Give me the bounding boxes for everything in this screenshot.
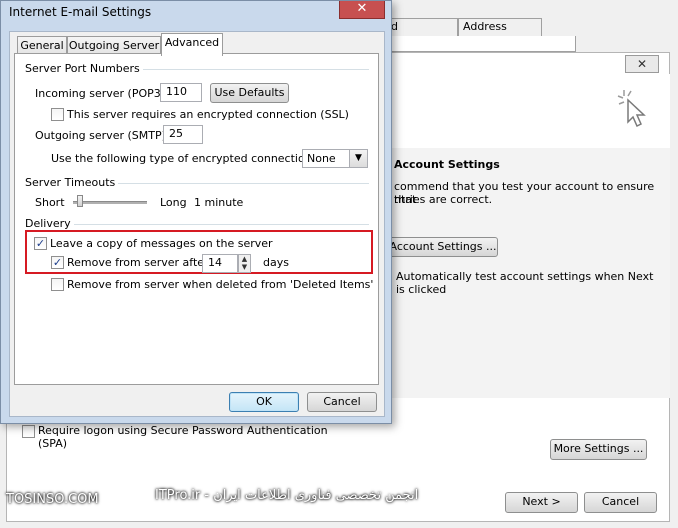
incoming-server-port-input[interactable]: 110 xyxy=(160,83,202,102)
ssl-checkbox[interactable] xyxy=(51,108,64,121)
background-tab-page xyxy=(386,36,576,52)
outgoing-server-port-input[interactable]: 25 xyxy=(163,125,203,144)
leave-copy-checkbox[interactable]: ✓ xyxy=(34,237,47,250)
background-tab-address-books[interactable]: Address Books xyxy=(458,18,542,49)
days-label: days xyxy=(263,256,289,269)
encryption-type-label: Use the following type of encrypted conn… xyxy=(51,152,316,165)
auto-test-label-line2: is clicked xyxy=(396,283,447,296)
background-header-strip xyxy=(386,74,670,149)
dialog-title: Internet E-mail Settings xyxy=(9,5,152,19)
remove-deleted-checkbox[interactable] xyxy=(51,278,64,291)
timeout-slider-track[interactable] xyxy=(73,201,147,204)
background-tab-calendars[interactable]: d Calendars xyxy=(386,18,458,49)
days-spinner[interactable]: ▲ ▼ xyxy=(238,254,251,273)
server-ports-group-label: Server Port Numbers xyxy=(25,62,143,75)
incoming-server-label: Incoming server (POP3): xyxy=(35,87,169,100)
use-defaults-button[interactable]: Use Defaults xyxy=(210,83,289,103)
outgoing-server-label: Outgoing server (SMTP): xyxy=(35,129,170,142)
checkmark-icon: ✓ xyxy=(52,256,63,269)
chevron-down-icon[interactable]: ▼ xyxy=(349,150,367,167)
delivery-group-label: Delivery xyxy=(25,217,74,230)
background-tabs: d Calendars Address Books xyxy=(386,18,586,49)
watermark-right: ITPro.ir - انجمن تخصصی فناوری اطلاعات ای… xyxy=(155,488,419,503)
remove-after-checkbox[interactable]: ✓ xyxy=(51,256,64,269)
days-input[interactable]: 14 xyxy=(202,254,238,273)
spin-up-icon[interactable]: ▲ xyxy=(239,255,250,263)
timeouts-group-label: Server Timeouts xyxy=(25,176,119,189)
spa-checkbox[interactable] xyxy=(22,425,35,438)
timeout-long-label: Long xyxy=(160,196,187,209)
leave-copy-label: Leave a copy of messages on the server xyxy=(50,237,273,250)
watermark-left: TOSINSO.COM xyxy=(6,492,99,507)
cancel-button[interactable]: Cancel xyxy=(307,392,377,412)
remove-deleted-label: Remove from server when deleted from 'De… xyxy=(67,278,374,291)
spa-label-line2: (SPA) xyxy=(38,437,68,450)
watermark: TOSINSO.COM ITPro.ir - انجمن تخصصی فناور… xyxy=(0,486,678,516)
more-settings-button[interactable]: More Settings ... xyxy=(550,439,647,460)
internet-email-settings-dialog: Internet E-mail Settings ✕ General Outgo… xyxy=(0,0,392,424)
ok-button[interactable]: OK xyxy=(229,392,299,412)
delivery-divider xyxy=(25,224,369,225)
cursor-sparkle-icon xyxy=(617,90,646,128)
spa-label-line1: Require logon using Secure Password Auth… xyxy=(38,424,328,437)
remove-after-label: Remove from server after xyxy=(67,256,209,269)
dialog-close-button[interactable]: ✕ xyxy=(339,1,385,19)
account-settings-text-line2: ntries are correct. xyxy=(394,193,493,206)
test-account-settings-button[interactable]: Account Settings ... xyxy=(388,237,498,257)
checkmark-icon: ✓ xyxy=(35,237,46,250)
encryption-type-select[interactable]: None ▼ xyxy=(302,149,368,168)
account-settings-heading: Account Settings xyxy=(394,158,500,171)
timeout-value-label: 1 minute xyxy=(194,196,244,209)
encryption-type-value: None xyxy=(307,152,336,165)
timeout-slider-thumb[interactable] xyxy=(76,195,83,207)
ssl-label: This server requires an encrypted connec… xyxy=(67,108,349,121)
spin-down-icon[interactable]: ▼ xyxy=(239,263,250,271)
auto-test-label-line1: Automatically test account settings when… xyxy=(396,270,654,283)
tab-advanced[interactable]: Advanced xyxy=(161,33,223,56)
timeout-short-label: Short xyxy=(35,196,65,209)
background-close-button[interactable]: ✕ xyxy=(625,55,659,73)
